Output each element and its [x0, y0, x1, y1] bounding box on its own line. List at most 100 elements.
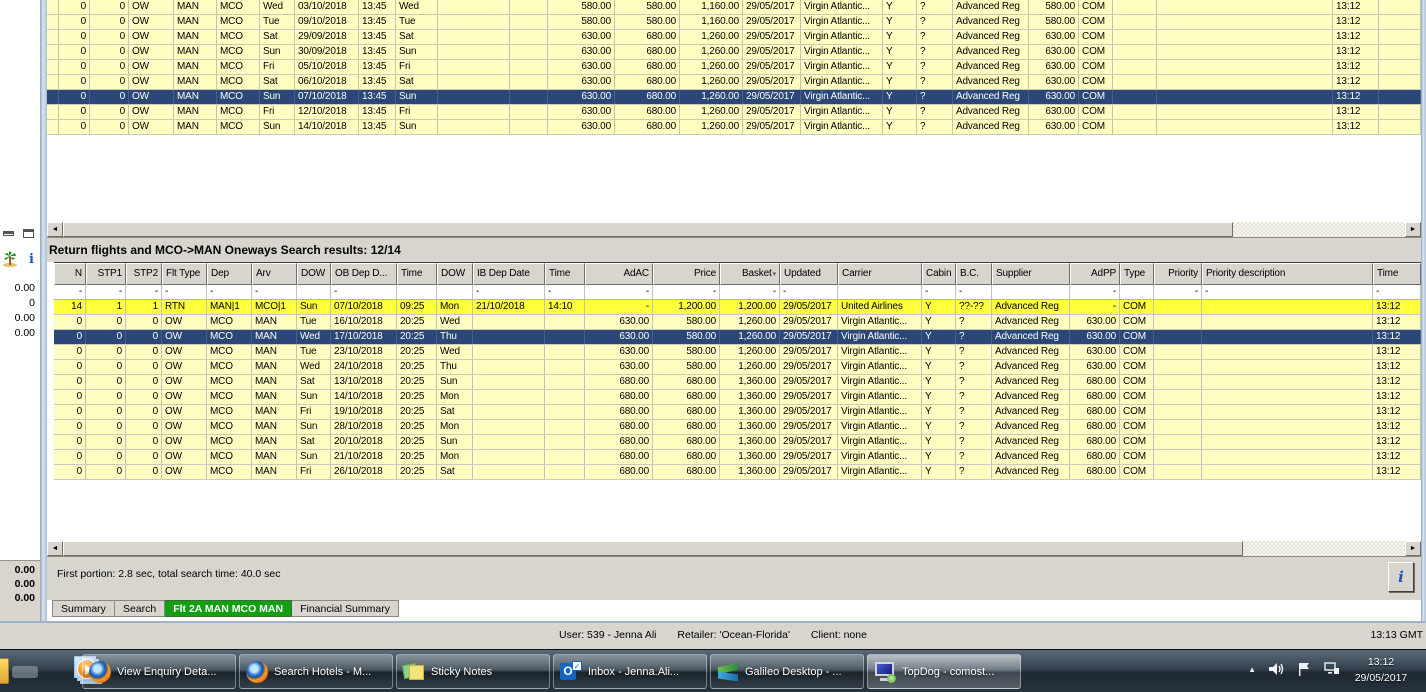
table-cell: Virgin Atlantic...	[838, 345, 922, 359]
table-cell: ?	[956, 420, 992, 434]
column-header-time[interactable]: Time	[397, 263, 437, 285]
table-row[interactable]: 0 0 OW MAN MCO Wed 03/10/2018 13:45 Wed 580.00 580…	[47, 0, 1421, 15]
column-header-b-c-[interactable]: B.C.	[956, 263, 992, 285]
column-header-stp2[interactable]: STP2	[126, 263, 162, 285]
panel-info-icon[interactable]: i	[29, 252, 34, 267]
table-row[interactable]: 0 0 0 OW MCO MAN Sat 20/10/2018 20:25 Sun 680.00 68…	[54, 435, 1421, 450]
taskbar-button-galileo-desktop[interactable]: Galileo Desktop - ...	[710, 654, 864, 689]
column-header-time[interactable]: Time	[1373, 263, 1421, 285]
table-row[interactable]: 0 0 OW MAN MCO Sat 29/09/2018 13:45 Sat 630.00 680…	[47, 30, 1421, 45]
table-cell: Sun	[396, 45, 438, 59]
table-cell	[473, 435, 545, 449]
results-grid-hscrollbar[interactable]: ◄ ►	[47, 541, 1421, 557]
table-row[interactable]: 0 0 0 OW MCO MAN Tue 23/10/2018 20:25 Wed 630.00 58…	[54, 345, 1421, 360]
column-header-n[interactable]: N	[54, 263, 86, 285]
table-row[interactable]: 0 0 0 OW MCO MAN Sun 14/10/2018 20:25 Mon 680.00 68…	[54, 390, 1421, 405]
table-cell: ?	[917, 120, 953, 134]
column-header-adac[interactable]: AdAC	[585, 263, 653, 285]
column-header-adpp[interactable]: AdPP	[1070, 263, 1120, 285]
table-row[interactable]: 14 1 1 RTN MAN|1 MCO|1 Sun 07/10/2018 09:25 Mon 21…	[54, 300, 1421, 315]
network-icon[interactable]	[1324, 662, 1340, 676]
scroll-right-icon[interactable]: ►	[1405, 222, 1421, 237]
taskbar-clock[interactable]: 13:12 29/05/2017	[1344, 654, 1418, 686]
table-row[interactable]: 0 0 OW MAN MCO Sun 30/09/2018 13:45 Sun 630.00 680…	[47, 45, 1421, 60]
tab-search[interactable]: Search	[114, 600, 166, 617]
table-row[interactable]: 0 0 OW MAN MCO Sat 06/10/2018 13:45 Sat 630.00 680…	[47, 75, 1421, 90]
scroll-left-icon[interactable]: ◄	[47, 222, 63, 237]
table-row[interactable]: 0 0 0 OW MCO MAN Sun 21/10/2018 20:25 Mon 680.00 68…	[54, 450, 1421, 465]
scroll-left-icon[interactable]: ◄	[47, 541, 63, 556]
scrollbar-thumb[interactable]	[63, 541, 1243, 556]
column-header-stp1[interactable]: STP1	[86, 263, 126, 285]
taskbar-button-view-enquiry-deta[interactable]: View Enquiry Deta...	[82, 654, 236, 689]
table-cell: 29/05/2017	[743, 15, 801, 29]
taskbar-button-inbox-jenna-ali[interactable]: O ✓ Inbox - Jenna.Ali...	[553, 654, 707, 689]
column-header-supplier[interactable]: Supplier	[992, 263, 1070, 285]
scrollbar-trough[interactable]	[1233, 222, 1405, 237]
column-header-updated[interactable]: Updated	[780, 263, 838, 285]
table-cell: COM	[1079, 60, 1113, 74]
tab-summary[interactable]: Summary	[52, 600, 115, 617]
table-row[interactable]: 0 0 0 OW MCO MAN Wed 17/10/2018 20:25 Thu 630.00 58…	[54, 330, 1421, 345]
column-header-dow[interactable]: DOW	[297, 263, 331, 285]
table-row[interactable]: 0 0 0 OW MCO MAN Wed 24/10/2018 20:25 Thu 630.00 58…	[54, 360, 1421, 375]
table-cell: 20:25	[397, 465, 437, 479]
table-cell: 680.00	[653, 435, 720, 449]
table-row[interactable]: 0 0 0 OW MCO MAN Fri 19/10/2018 20:25 Sat 680.00 68…	[54, 405, 1421, 420]
table-cell: -	[207, 285, 252, 299]
quicklaunch-ghost-icon[interactable]	[12, 666, 38, 678]
table-row[interactable]: 0 0 OW MAN MCO Sun 14/10/2018 13:45 Sun 630.00 680…	[47, 120, 1421, 135]
info-button[interactable]: i	[1388, 562, 1414, 592]
taskbar-button-topdog-comost[interactable]: TopDog - comost...	[867, 654, 1021, 689]
volume-icon[interactable]	[1269, 662, 1285, 676]
scroll-right-icon[interactable]: ►	[1405, 541, 1421, 556]
table-cell: Virgin Atlantic...	[801, 15, 883, 29]
column-header-cabin[interactable]: Cabin	[922, 263, 956, 285]
table-cell: Mon	[437, 300, 473, 314]
table-row[interactable]: 0 0 0 OW MCO MAN Sat 13/10/2018 20:25 Sun 680.00 68…	[54, 375, 1421, 390]
column-header-dow[interactable]: DOW	[437, 263, 473, 285]
table-cell	[1154, 315, 1202, 329]
table-cell: 0	[126, 330, 162, 344]
column-header-arv[interactable]: Arv	[252, 263, 297, 285]
table-row[interactable]: 0 0 OW MAN MCO Fri 05/10/2018 13:45 Fri 630.00 680…	[47, 60, 1421, 75]
table-row[interactable]: 0 0 OW MAN MCO Tue 09/10/2018 13:45 Tue 580.00 580…	[47, 15, 1421, 30]
scrollbar-thumb[interactable]	[63, 222, 1233, 237]
table-row[interactable]: 0 0 0 OW MCO MAN Sun 28/10/2018 20:25 Mon 680.00 68…	[54, 420, 1421, 435]
column-header-carrier[interactable]: Carrier	[838, 263, 922, 285]
results-grid-filter-row[interactable]: -------------------	[54, 285, 1421, 300]
show-hidden-icons-icon[interactable]: ▲	[1248, 665, 1256, 674]
table-row[interactable]: 0 0 0 OW MCO MAN Fri 26/10/2018 20:25 Sat 680.00 68…	[54, 465, 1421, 480]
table-row[interactable]: 0 0 OW MAN MCO Sun 07/10/2018 13:45 Sun 630.00 680…	[47, 90, 1421, 105]
column-header-time[interactable]: Time	[545, 263, 585, 285]
column-header-price[interactable]: Price	[653, 263, 720, 285]
table-cell: 29/05/2017	[780, 375, 838, 389]
table-cell	[1379, 30, 1421, 44]
taskbar-button-search-hotels-m[interactable]: Search Hotels - M...	[239, 654, 393, 689]
taskbar-button-sticky-notes[interactable]: Sticky Notes	[396, 654, 550, 689]
scrollbar-trough[interactable]	[1243, 541, 1405, 556]
column-header-flt-type[interactable]: Flt Type	[162, 263, 207, 285]
action-center-flag-icon[interactable]	[1298, 662, 1311, 676]
table-row[interactable]: 0 0 0 OW MCO MAN Tue 16/10/2018 20:25 Wed 630.00 58…	[54, 315, 1421, 330]
summary-value: 0.00	[14, 592, 35, 604]
table-row[interactable]: 0 0 OW MAN MCO Fri 12/10/2018 13:45 Fri 630.00 680…	[47, 105, 1421, 120]
outbound-grid-hscrollbar[interactable]: ◄ ►	[47, 222, 1421, 238]
table-cell	[473, 315, 545, 329]
column-header-ob-dep-d-[interactable]: OB Dep D...	[331, 263, 397, 285]
quicklaunch-partial-icon[interactable]	[0, 658, 9, 684]
column-header-basket[interactable]: Basket▾	[720, 263, 780, 285]
collapse-window-icon[interactable]	[3, 230, 14, 236]
column-header-priority-description[interactable]: Priority description	[1202, 263, 1373, 285]
table-cell: MCO	[207, 420, 252, 434]
restore-window-icon[interactable]	[23, 228, 34, 238]
column-header-ib-dep-date[interactable]: IB Dep Date	[473, 263, 545, 285]
table-cell	[545, 420, 585, 434]
table-cell	[438, 15, 510, 29]
tab-financial-summary[interactable]: Financial Summary	[292, 600, 399, 617]
column-header-priority[interactable]: Priority	[1154, 263, 1202, 285]
table-cell: 30/09/2018	[295, 45, 359, 59]
column-header-type[interactable]: Type	[1120, 263, 1154, 285]
tab-flt-2a-man-mco-man[interactable]: Flt 2A MAN MCO MAN	[165, 600, 293, 617]
column-header-dep[interactable]: Dep	[207, 263, 252, 285]
